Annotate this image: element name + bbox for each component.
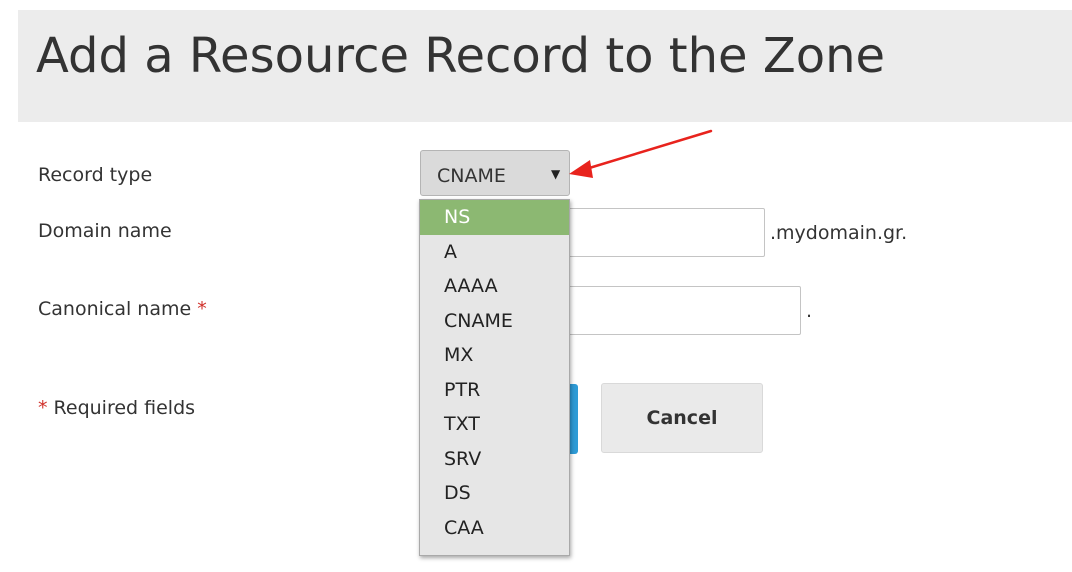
cancel-button[interactable]: Cancel xyxy=(601,383,763,453)
record-type-dropdown[interactable]: NS A AAAA CNAME MX PTR TXT SRV DS CAA xyxy=(419,199,570,556)
required-star: * xyxy=(197,298,207,320)
page: Add a Resource Record to the Zone Record… xyxy=(0,0,1072,572)
required-fields-note: * Required fields xyxy=(38,397,195,419)
chevron-down-icon: ▼ xyxy=(551,167,561,181)
option-aaaa[interactable]: AAAA xyxy=(420,269,569,304)
option-ds[interactable]: DS xyxy=(420,476,569,511)
canonical-name-label: Canonical name * xyxy=(38,298,207,320)
option-srv[interactable]: SRV xyxy=(420,442,569,477)
option-a[interactable]: A xyxy=(420,235,569,270)
option-mx[interactable]: MX xyxy=(420,338,569,373)
canonical-suffix: . xyxy=(806,300,813,322)
page-title: Add a Resource Record to the Zone xyxy=(36,28,886,84)
domain-name-input[interactable] xyxy=(540,208,765,257)
domain-name-label: Domain name xyxy=(38,220,172,242)
domain-suffix: .mydomain.gr. xyxy=(770,222,908,244)
record-type-label: Record type xyxy=(38,164,153,186)
canonical-name-label-text: Canonical name xyxy=(38,298,192,320)
option-caa[interactable]: CAA xyxy=(420,511,569,546)
required-star: * xyxy=(38,397,48,419)
required-fields-text: Required fields xyxy=(53,397,196,419)
option-cname[interactable]: CNAME xyxy=(420,304,569,339)
record-type-select[interactable]: CNAME ▼ xyxy=(420,150,570,196)
canonical-name-input[interactable] xyxy=(540,286,801,335)
option-txt[interactable]: TXT xyxy=(420,407,569,442)
option-ns[interactable]: NS xyxy=(420,200,569,235)
option-ptr[interactable]: PTR xyxy=(420,373,569,408)
record-type-selected-value: CNAME xyxy=(437,165,506,187)
